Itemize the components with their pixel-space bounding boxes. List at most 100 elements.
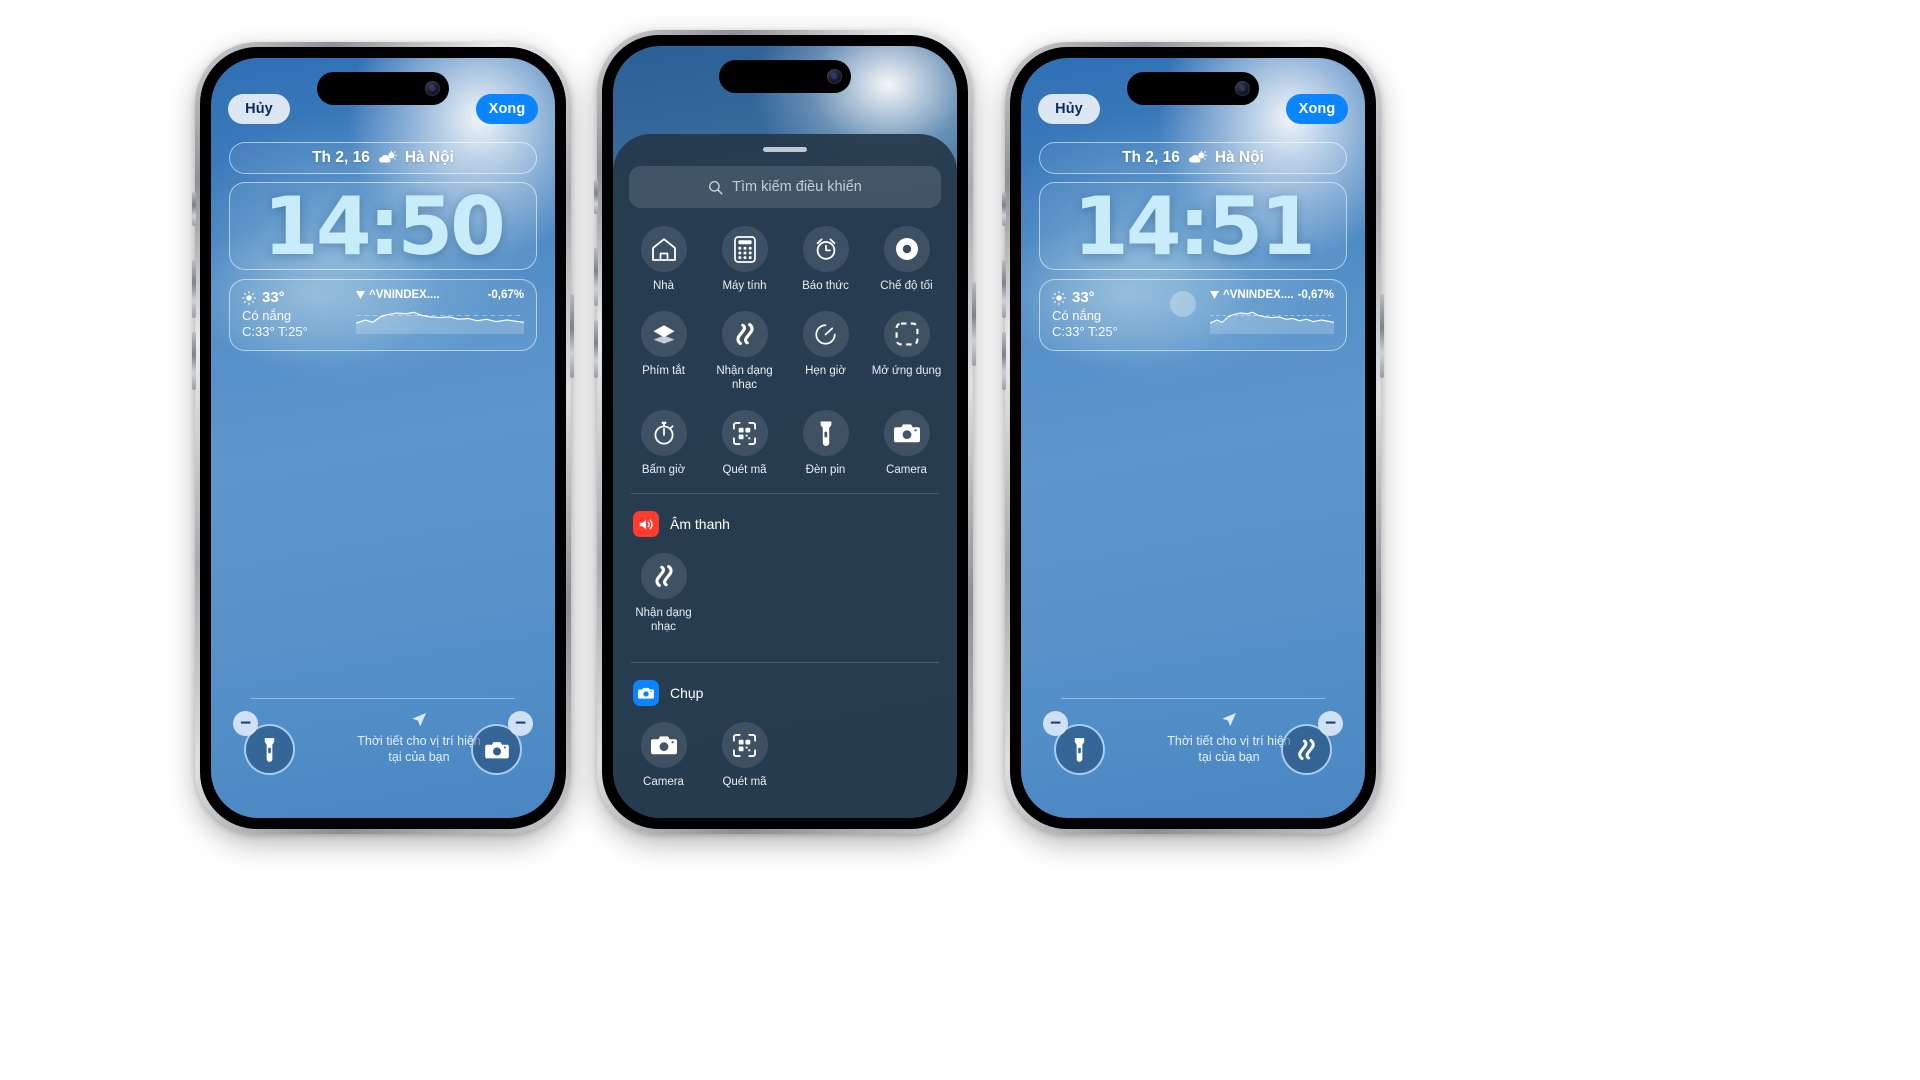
- shazam-remove-badge[interactable]: −: [1318, 711, 1343, 736]
- control-label: Camera: [643, 776, 684, 789]
- phone-bezel-right: Hủy Xong Th 2, 16 Hà Nội 14:51 33° Có nắ…: [1010, 47, 1376, 829]
- dark-mode-icon: [895, 238, 918, 260]
- flashlight-remove-badge[interactable]: −: [1043, 711, 1068, 736]
- done-button[interactable]: Xong: [476, 94, 538, 124]
- front-camera-lens: [827, 69, 842, 84]
- sun-icon: [1052, 290, 1066, 305]
- volume-up-button[interactable]: [1002, 260, 1006, 318]
- camera-remove-badge[interactable]: −: [508, 711, 533, 736]
- phone-bezel-left: Hủy Xong Th 2, 16 Hà Nội 14:50 33° Có nắ…: [200, 47, 566, 829]
- open-app-icon-wrap: [883, 311, 930, 358]
- camera-app-icon-wrap: [633, 680, 659, 707]
- silent-switch[interactable]: [192, 192, 196, 226]
- flashlight-icon: [264, 738, 275, 762]
- control-item-calculator[interactable]: Máy tính: [704, 226, 785, 293]
- stock-widget[interactable]: ^VNINDEX.... -0,67%: [355, 289, 525, 341]
- sun-behind-cloud-icon: [378, 151, 397, 163]
- cancel-button[interactable]: Hủy: [228, 94, 290, 124]
- stopwatch-icon: [653, 421, 674, 445]
- date-widget[interactable]: Th 2, 16 Hà Nội: [229, 142, 537, 174]
- control-item-code-scanner[interactable]: Quét mã: [704, 410, 785, 477]
- control-label: Nhà: [652, 280, 675, 292]
- shazam-icon: [654, 565, 673, 588]
- timer-icon-wrap: [802, 311, 849, 358]
- power-button[interactable]: [1380, 294, 1384, 378]
- control-label: Camera: [886, 464, 927, 477]
- weather-temperature: 33°: [1072, 289, 1095, 306]
- triangle-down-icon: [1210, 291, 1219, 299]
- hint-line-1: Thời tiết cho vị trí hiện: [1167, 734, 1291, 748]
- editor-topbar-right: Hủy Xong: [1021, 58, 1365, 124]
- silent-switch[interactable]: [594, 180, 598, 214]
- weather-widget[interactable]: 33° Có nắng C:33° T:25°: [1052, 289, 1156, 341]
- date-text: Th 2, 16: [1122, 149, 1180, 166]
- control-label: Đèn pin: [805, 464, 846, 477]
- home-icon-wrap: [640, 226, 687, 272]
- section-header-capture: Chụp: [613, 663, 957, 707]
- stock-sparkline: [1209, 311, 1335, 334]
- dark-mode-icon-wrap: [883, 226, 930, 272]
- clock-widget[interactable]: 14:51: [1039, 179, 1347, 273]
- control-item-dark-mode[interactable]: Chế độ tối: [866, 226, 947, 293]
- control-item-code-scanner[interactable]: Quét mã: [704, 722, 785, 789]
- volume-down-button[interactable]: [1002, 332, 1006, 390]
- cancel-button[interactable]: Hủy: [1038, 94, 1100, 124]
- flashlight-icon: [820, 421, 831, 447]
- control-item-open-app[interactable]: Mở ứng dụng: [866, 311, 947, 392]
- widget-row[interactable]: 33° Có nắng C:33° T:25° ^VNINDEX.... -0,…: [1039, 279, 1347, 351]
- drag-ghost-placeholder: [1166, 289, 1200, 341]
- controls-grid: Nhà Máy tính Báo thức Chế độ tối Phím tắ…: [613, 208, 957, 477]
- search-control-field[interactable]: Tìm kiếm điều khiển: [629, 166, 941, 208]
- control-item-camera[interactable]: Camera: [623, 722, 704, 789]
- stock-widget[interactable]: ^VNINDEX.... -0,67%: [1209, 289, 1335, 341]
- clock-time: 14:51: [1073, 179, 1316, 273]
- weather-widget[interactable]: 33° Có nắng C:33° T:25°: [242, 289, 346, 341]
- volume-up-button[interactable]: [192, 260, 196, 318]
- control-item-home[interactable]: Nhà: [623, 226, 704, 293]
- sheet-grabber[interactable]: [763, 147, 807, 152]
- calculator-icon-wrap: [721, 226, 768, 272]
- volume-down-button[interactable]: [192, 332, 196, 390]
- clock-time: 14:50: [263, 179, 506, 273]
- silent-switch[interactable]: [1002, 192, 1006, 226]
- location-text: Hà Nội: [1214, 149, 1264, 166]
- hint-line-2: tại của bạn: [1198, 750, 1260, 765]
- triangle-down-icon: [356, 291, 365, 299]
- control-label: Nhận dạng nhạc: [635, 607, 692, 634]
- control-item-alarm[interactable]: Báo thức: [785, 226, 866, 293]
- control-item-music-recognition[interactable]: Nhận dạng nhạc: [623, 553, 704, 634]
- sun-behind-cloud-icon: [1188, 151, 1207, 163]
- control-item-stopwatch[interactable]: Bấm giờ: [623, 410, 704, 477]
- volume-up-button[interactable]: [594, 248, 598, 306]
- done-button[interactable]: Xong: [1286, 94, 1348, 124]
- widget-row[interactable]: 33° Có nắng C:33° T:25° ^VNINDEX.... -0,…: [229, 279, 537, 351]
- volume-down-button[interactable]: [594, 320, 598, 378]
- stopwatch-icon-wrap: [640, 410, 687, 457]
- clock-widget[interactable]: 14:50: [229, 179, 537, 273]
- camera-icon: [650, 736, 677, 755]
- control-item-music-recognition[interactable]: Nhận dạng nhạc: [704, 311, 785, 392]
- camera-app-icon: [638, 688, 654, 699]
- shazam-icon: [1298, 738, 1315, 761]
- camera-icon-wrap: [883, 410, 930, 457]
- flashlight-icon: [1074, 738, 1085, 762]
- qr-scan-icon: [733, 421, 756, 445]
- control-item-camera[interactable]: Camera: [866, 410, 947, 477]
- location-arrow-icon: [412, 713, 426, 727]
- flashlight-remove-badge[interactable]: −: [233, 711, 258, 736]
- home-icon: [651, 237, 676, 261]
- lock-screen-editor-left: Hủy Xong Th 2, 16 Hà Nội 14:50 33° Có nắ…: [211, 58, 555, 818]
- power-button[interactable]: [972, 282, 976, 366]
- power-button[interactable]: [570, 294, 574, 378]
- control-item-shortcuts[interactable]: Phím tắt: [623, 311, 704, 392]
- bottom-divider: [251, 698, 515, 699]
- timer-icon: [815, 323, 836, 345]
- control-item-timer[interactable]: Hẹn giờ: [785, 311, 866, 392]
- date-text: Th 2, 16: [312, 149, 370, 166]
- control-item-flashlight[interactable]: Đèn pin: [785, 410, 866, 477]
- editor-topbar-left: Hủy Xong: [211, 58, 555, 124]
- date-widget[interactable]: Th 2, 16 Hà Nội: [1039, 142, 1347, 174]
- bottom-divider: [1061, 698, 1325, 699]
- camera-icon: [484, 741, 509, 758]
- stock-change: -0,67%: [487, 289, 524, 301]
